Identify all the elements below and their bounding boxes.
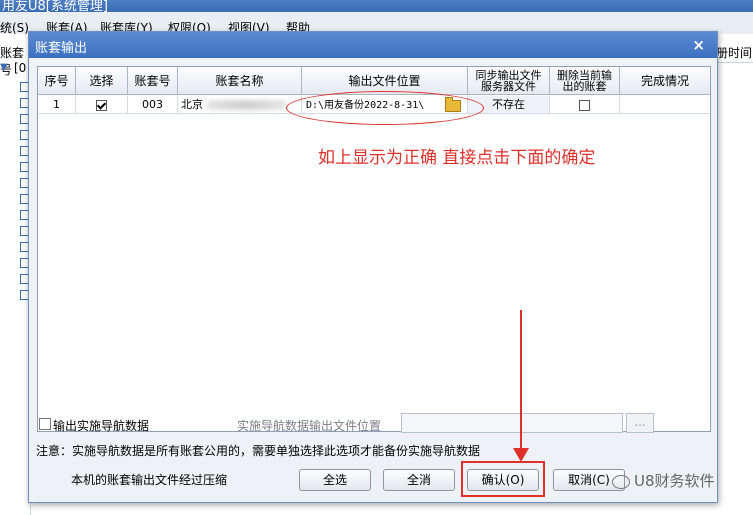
header-sync-output-line2: 服务器文件 xyxy=(481,80,536,93)
dialog-title: 账套输出 xyxy=(35,41,88,56)
path-highlight-ellipse xyxy=(286,91,484,125)
annotation-text: 如上显示为正确 直接点击下面的确定 xyxy=(318,148,596,168)
clear-all-button[interactable]: 全消 xyxy=(383,469,455,491)
cell-completion xyxy=(620,96,710,114)
note-text: 注意：实施导航数据是所有账套公用的，需要单独选择此选项才能备份实施导航数据 xyxy=(36,444,481,458)
cell-account-name: 北京 xyxy=(178,96,302,114)
header-completion: 完成情况 xyxy=(620,67,710,95)
right-list-panel: 册时间 xyxy=(716,34,753,515)
delete-current-checkbox[interactable] xyxy=(579,99,590,111)
dialog-title-bar[interactable]: 账套输出 × xyxy=(29,32,717,58)
watermark-text: U8财务软件 xyxy=(634,472,715,490)
export-nav-label: 输出实施导航数据 xyxy=(53,419,150,433)
close-icon[interactable]: × xyxy=(692,36,705,54)
header-sync-output: 同步输出文件 服务器文件 xyxy=(468,67,550,95)
confirm-highlight-box xyxy=(461,461,545,497)
watermark: U8财务软件 xyxy=(612,470,715,491)
cell-delete-current[interactable] xyxy=(550,96,620,114)
cell-select[interactable] xyxy=(76,96,128,114)
cell-account-no: 003 xyxy=(128,96,178,114)
header-account-name: 账套名称 xyxy=(178,67,302,95)
left-tree-panel: 账套号 ▼ [0 xyxy=(0,34,31,515)
arrow-down-icon xyxy=(513,448,529,462)
tree-expand-icon[interactable]: ▼ xyxy=(0,62,8,73)
nav-browse-button[interactable]: ... xyxy=(626,413,654,433)
nav-path-input[interactable] xyxy=(401,413,623,433)
header-delete-current-line2: 出的账套 xyxy=(562,80,607,93)
header-index: 序号 xyxy=(38,67,76,95)
cell-index: 1 xyxy=(38,96,76,114)
header-delete-current: 删除当前输 出的账套 xyxy=(550,67,620,95)
select-all-button[interactable]: 全选 xyxy=(299,469,371,491)
export-nav-checkbox[interactable] xyxy=(39,418,51,430)
header-account-no: 账套号 xyxy=(128,67,178,95)
tree-root[interactable]: [0 xyxy=(14,61,26,75)
register-time-column: 册时间 xyxy=(716,44,753,63)
redacted-blur xyxy=(206,100,287,110)
select-checkbox[interactable] xyxy=(96,99,107,111)
wechat-icon xyxy=(612,474,630,489)
app-title-bar: 用友U8[系统管理] xyxy=(0,0,753,12)
nav-path-label: 实施导航数据输出文件位置 xyxy=(237,419,382,433)
compress-note: 本机的账套输出文件经过压缩 xyxy=(71,473,228,487)
account-name-text: 北京 xyxy=(181,98,203,111)
header-select: 选择 xyxy=(76,67,128,95)
app-title: 用友U8[系统管理] xyxy=(2,0,108,12)
arrow-line xyxy=(520,310,522,455)
